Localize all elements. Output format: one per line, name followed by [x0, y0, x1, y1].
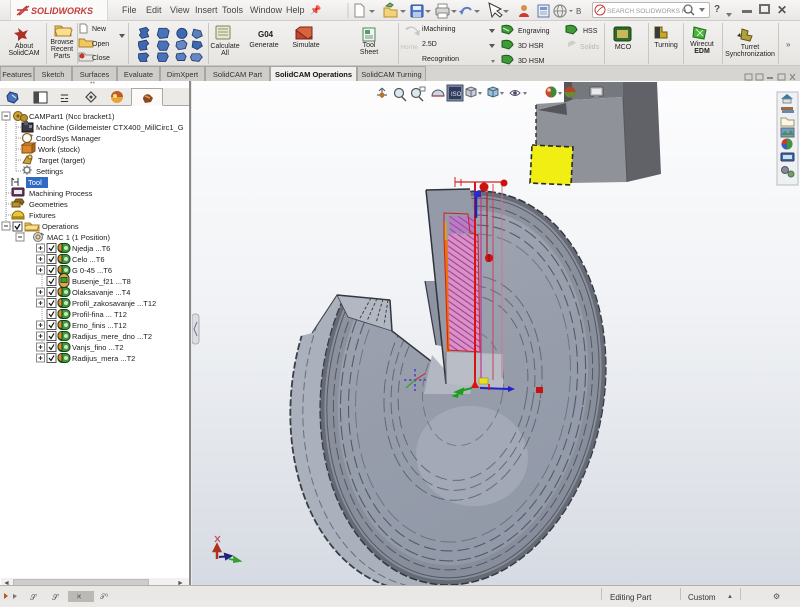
svg-text:Radijus_mere_dno ...T2: Radijus_mere_dno ...T2	[72, 332, 152, 341]
svg-text:SOLIDWORKS: SOLIDWORKS	[31, 6, 93, 16]
svg-text:MAC 1 (1 Position): MAC 1 (1 Position)	[47, 233, 110, 242]
svg-text:𝒮: 𝒮	[52, 593, 59, 602]
svg-text:Settings: Settings	[36, 167, 63, 176]
svg-text:ISO: ISO	[451, 92, 462, 98]
svg-text:CoordSys Manager: CoordSys Manager	[36, 134, 101, 143]
svg-text:»: »	[786, 40, 791, 49]
svg-text:CAMPart1 (Ncc bracket1): CAMPart1 (Ncc bracket1)	[29, 112, 115, 121]
svg-text:G 0-45 ...T6: G 0-45 ...T6	[72, 266, 112, 275]
svg-text:Fixtures: Fixtures	[29, 211, 56, 220]
svg-text:𝒮: 𝒮	[30, 593, 37, 602]
svg-text:Target (target): Target (target)	[38, 156, 86, 165]
svg-text:Tool: Tool	[28, 178, 42, 187]
svg-text:Geometries: Geometries	[29, 200, 68, 209]
svg-text:B: B	[576, 7, 581, 16]
svg-text:Machine (Gildemeister CTX400_M: Machine (Gildemeister CTX400_MillCirc1_G	[36, 123, 184, 132]
svg-text:Celo ...T6: Celo ...T6	[72, 255, 105, 264]
svg-text:Busenje_f21 ...T8: Busenje_f21 ...T8	[72, 277, 131, 286]
svg-text:Njedja ...T6: Njedja ...T6	[72, 244, 110, 253]
svg-text:☲: ☲	[60, 94, 69, 105]
svg-text:Operations: Operations	[42, 222, 79, 231]
svg-text:Machining Process: Machining Process	[29, 189, 93, 198]
svg-text:Erno_finis ...T12: Erno_finis ...T12	[72, 321, 127, 330]
svg-text:Profil_zakosavanje ...T12: Profil_zakosavanje ...T12	[72, 299, 156, 308]
svg-text:Radijus_mera ...T2: Radijus_mera ...T2	[72, 354, 135, 363]
svg-text:Work (stock): Work (stock)	[38, 145, 80, 154]
svg-text:Vanjs_fino ...T2: Vanjs_fino ...T2	[72, 343, 124, 352]
svg-text:Olaksavanje ...T4: Olaksavanje ...T4	[72, 288, 130, 297]
svg-text:SEARCH SOLIDWORKS H...: SEARCH SOLIDWORKS H...	[607, 8, 692, 15]
svg-text:G04: G04	[258, 30, 274, 39]
svg-text:Profil-fina ... T12: Profil-fina ... T12	[72, 310, 127, 319]
